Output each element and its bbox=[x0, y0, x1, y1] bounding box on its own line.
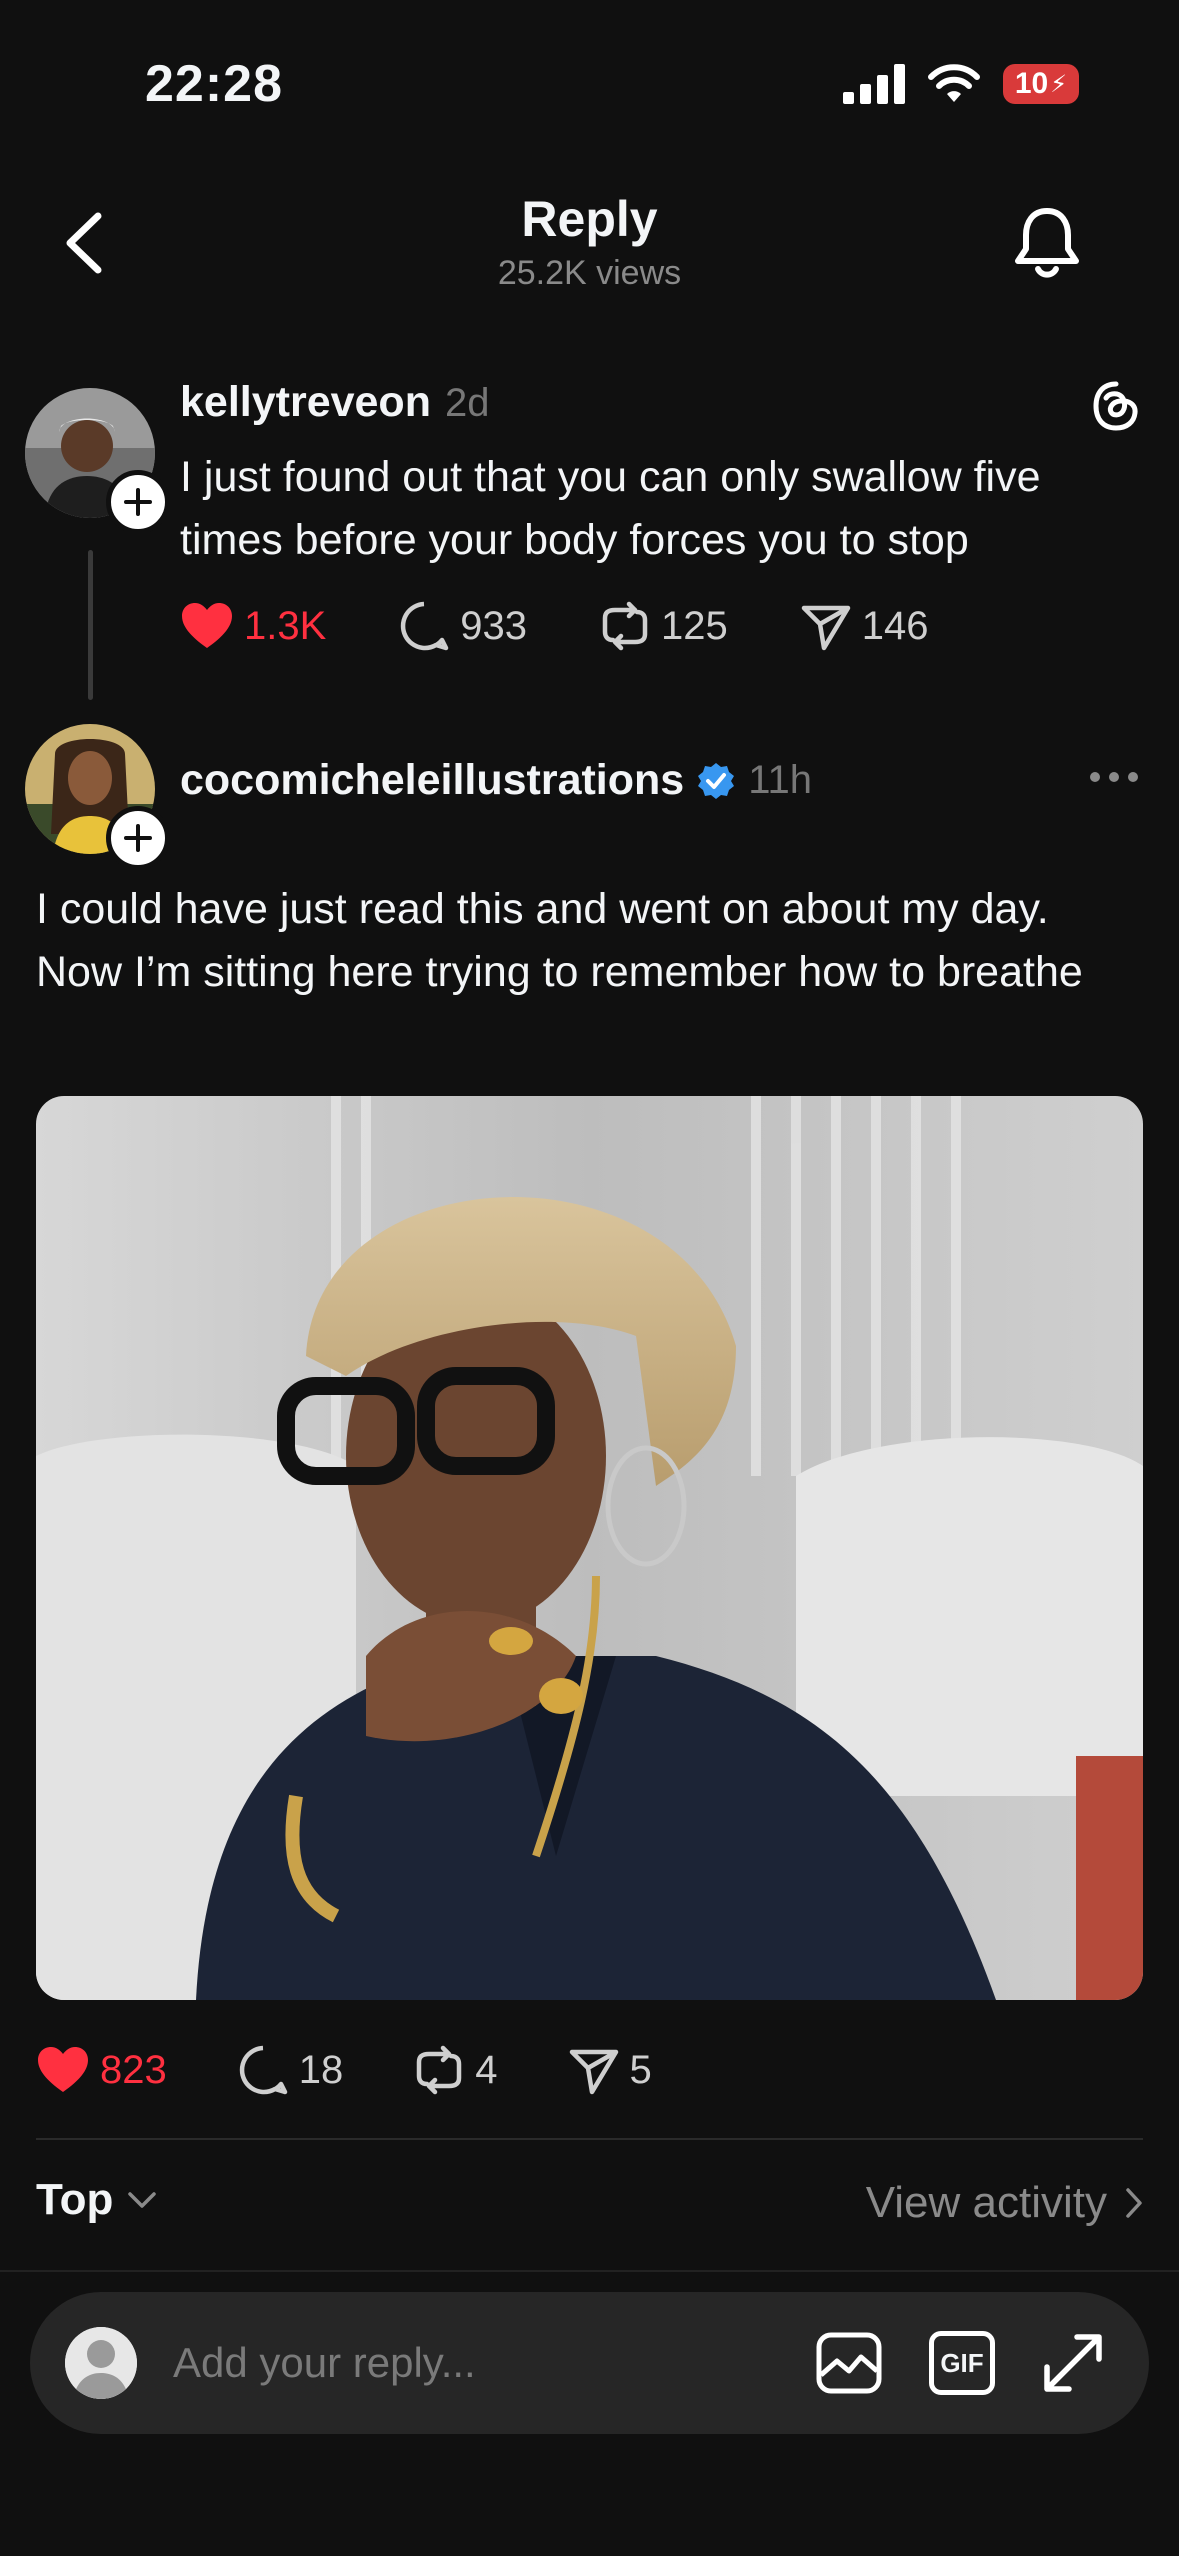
divider bbox=[36, 2138, 1143, 2140]
username[interactable]: cocomicheleillustrations bbox=[180, 756, 684, 805]
view-activity-label: View activity bbox=[865, 2178, 1107, 2227]
post-text: I could have just read this and went on … bbox=[36, 885, 1083, 996]
more-icon bbox=[1090, 772, 1138, 782]
image-icon bbox=[816, 2332, 882, 2394]
post-actions: 1.3K 933 125 146 bbox=[180, 600, 929, 652]
like-count: 1.3K bbox=[244, 603, 327, 648]
send-icon bbox=[569, 2049, 618, 2095]
reply-composer[interactable]: Add your reply... GIF bbox=[30, 2292, 1149, 2434]
comment-count: 18 bbox=[298, 2047, 344, 2092]
post-header: cocomicheleillustrations 11h bbox=[180, 756, 812, 805]
post-image[interactable] bbox=[36, 1096, 1143, 2000]
page-title: Reply bbox=[521, 191, 658, 247]
repost-count: 125 bbox=[661, 603, 728, 648]
like-count: 823 bbox=[100, 2047, 167, 2092]
comment-icon bbox=[401, 601, 449, 651]
charging-icon: ⚡ bbox=[1050, 70, 1068, 98]
plus-icon bbox=[124, 824, 152, 852]
battery-indicator: 10 ⚡ bbox=[1003, 64, 1079, 104]
repost-count: 4 bbox=[475, 2047, 498, 2092]
more-options-button[interactable] bbox=[1088, 770, 1140, 784]
signal-icon bbox=[843, 64, 905, 104]
heart-filled-icon bbox=[182, 603, 232, 648]
verified-badge-icon bbox=[698, 762, 735, 799]
view-activity-link[interactable]: View activity bbox=[866, 2178, 1143, 2228]
sort-dropdown[interactable]: Top bbox=[36, 2175, 157, 2225]
chevron-right-icon bbox=[1126, 2188, 1142, 2218]
default-avatar-icon bbox=[65, 2327, 137, 2399]
post-photo bbox=[36, 1096, 1143, 2000]
like-button[interactable]: 1.3K bbox=[180, 602, 326, 650]
battery-level: 10 bbox=[1014, 67, 1049, 100]
expand-icon bbox=[1044, 2334, 1102, 2392]
gif-label: GIF bbox=[940, 2347, 984, 2378]
composer-divider bbox=[0, 2270, 1179, 2272]
share-count: 5 bbox=[629, 2047, 652, 2092]
status-icons: 10 ⚡ bbox=[843, 64, 1079, 104]
post-time: 2d bbox=[444, 381, 490, 425]
like-button[interactable]: 823 bbox=[36, 2046, 167, 2094]
repost-button[interactable]: 125 bbox=[599, 600, 728, 652]
username[interactable]: kellytreveon bbox=[180, 378, 431, 427]
battery-icon: 10 ⚡ bbox=[1003, 64, 1079, 104]
post-time: 11h bbox=[748, 758, 812, 802]
comment-button[interactable]: 18 bbox=[237, 2044, 344, 2096]
share-count: 146 bbox=[861, 603, 929, 648]
follow-button[interactable] bbox=[106, 806, 170, 870]
heart-filled-icon bbox=[38, 2047, 88, 2092]
notifications-button[interactable] bbox=[1010, 205, 1085, 285]
composer-tools: GIF bbox=[815, 2331, 1105, 2395]
views-count: 25.2K views bbox=[497, 254, 682, 292]
expand-button[interactable] bbox=[1041, 2331, 1105, 2395]
repost-button[interactable]: 4 bbox=[413, 2044, 498, 2096]
chevron-down-icon bbox=[128, 2192, 157, 2208]
post-header: kellytreveon 2d bbox=[180, 378, 489, 427]
repost-icon bbox=[417, 2045, 462, 2095]
reply-input[interactable]: Add your reply... bbox=[173, 2339, 815, 2387]
post-actions: 823 18 4 5 bbox=[36, 2044, 652, 2096]
wifi-icon bbox=[928, 64, 980, 102]
follow-button[interactable] bbox=[106, 470, 170, 534]
comment-button[interactable]: 933 bbox=[398, 600, 527, 652]
threads-icon bbox=[1093, 381, 1138, 431]
gif-button[interactable]: GIF bbox=[929, 2331, 995, 2395]
plus-icon bbox=[124, 488, 152, 516]
send-icon bbox=[801, 605, 851, 651]
sort-label: Top bbox=[36, 2175, 114, 2224]
status-time: 22:28 bbox=[145, 55, 283, 113]
thread-line bbox=[88, 550, 93, 700]
bell-icon bbox=[1015, 208, 1079, 278]
attach-image-button[interactable] bbox=[815, 2331, 883, 2395]
current-user-avatar bbox=[65, 2327, 137, 2399]
post-text: I just found out that you can only swall… bbox=[180, 453, 1041, 564]
share-button[interactable]: 146 bbox=[800, 600, 929, 652]
repost-icon bbox=[602, 601, 648, 651]
comment-count: 933 bbox=[460, 603, 528, 648]
threads-logo-button[interactable] bbox=[1090, 380, 1142, 432]
comment-icon bbox=[239, 2045, 287, 2095]
share-button[interactable]: 5 bbox=[568, 2044, 652, 2096]
